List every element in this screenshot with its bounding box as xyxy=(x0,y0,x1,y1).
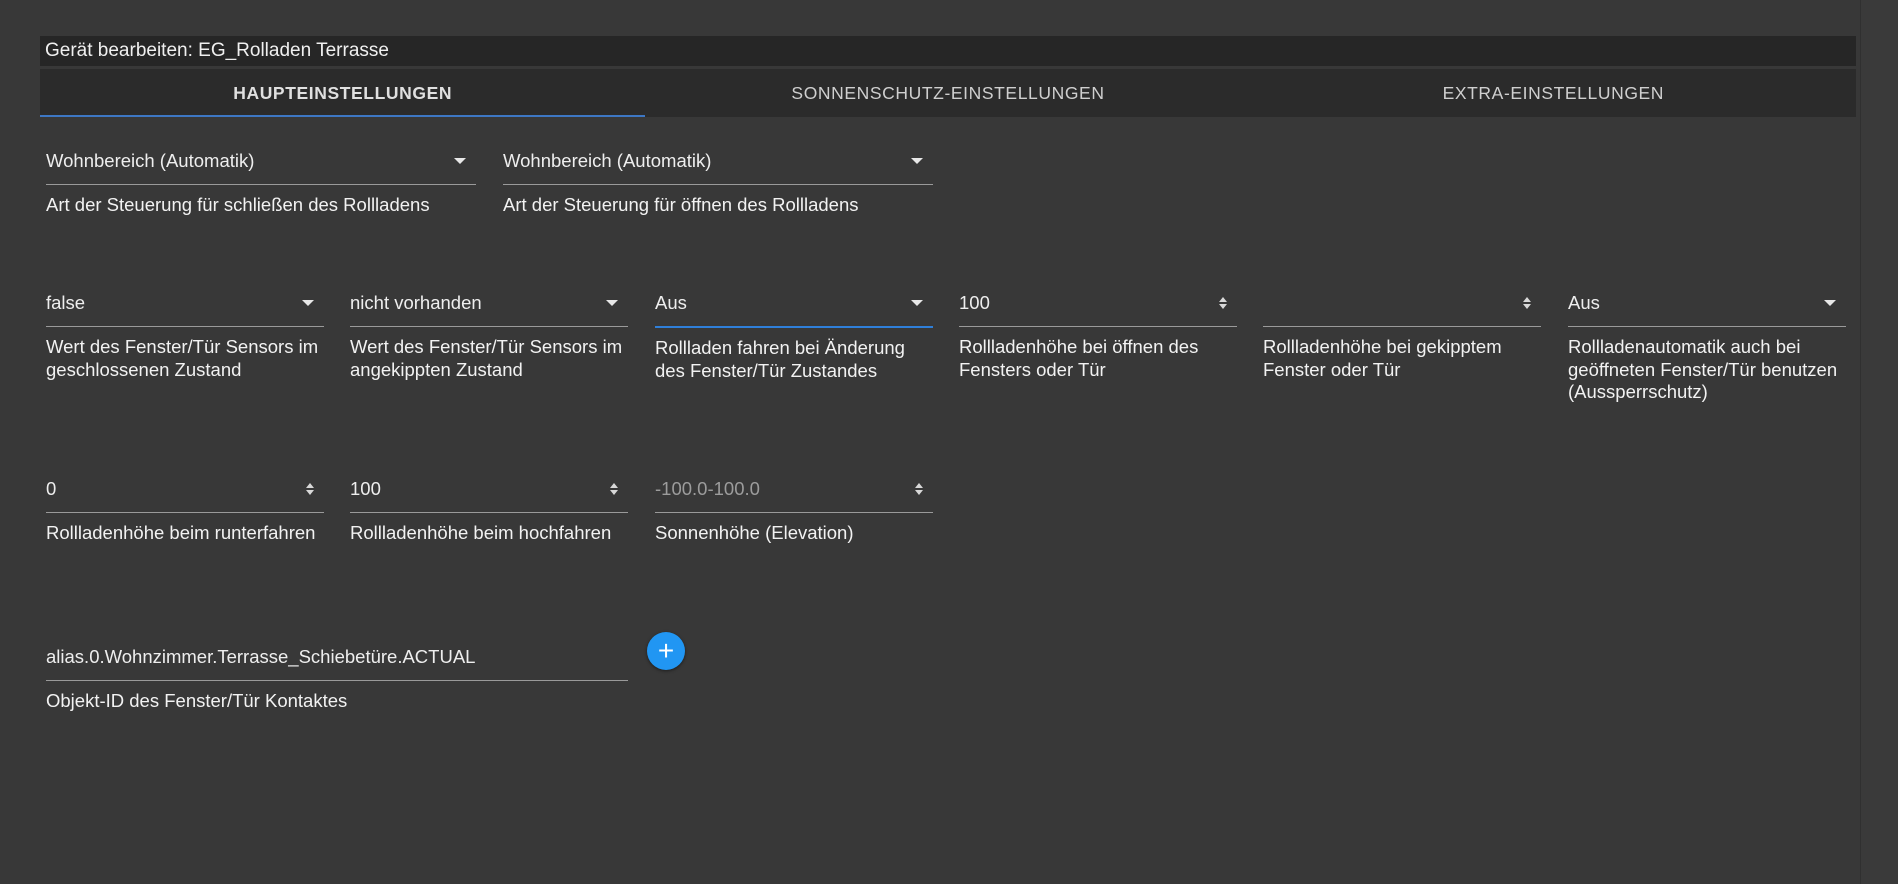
number-stepper-icon[interactable] xyxy=(1219,297,1227,309)
contact-id-value: alias.0.Wohnzimmer.Terrasse_Schiebetüre.… xyxy=(46,646,476,667)
height-on-tilt-field: Rollladenhöhe bei gekipptem Fenster oder… xyxy=(1263,280,1541,381)
dropdown-arrow-icon xyxy=(302,300,314,306)
drive-on-change-field: Aus Rollladen fahren bei Änderung des Fe… xyxy=(655,280,933,382)
open-control-field: Wohnbereich (Automatik) Art der Steuerun… xyxy=(503,138,933,217)
height-on-open-field: 100 Rollladenhöhe bei öffnen des Fenster… xyxy=(959,280,1237,381)
height-on-open-value: 100 xyxy=(959,292,990,313)
open-control-label: Art der Steuerung für öffnen des Rolllad… xyxy=(503,194,859,215)
number-stepper-icon[interactable] xyxy=(610,483,618,495)
sensor-closed-value: false xyxy=(46,292,86,313)
sensor-tilted-value: nicht vorhanden xyxy=(350,292,482,313)
sensor-tilted-field: nicht vorhanden Wert des Fenster/Tür Sen… xyxy=(350,280,628,381)
sensor-tilted-label: Wert des Fenster/Tür Sensors im angekipp… xyxy=(350,336,623,380)
tab-bar: HAUPTEINSTELLUNGEN SONNENSCHUTZ-EINSTELL… xyxy=(40,69,1856,117)
dialog-title-bar: Gerät bearbeiten: EG_Rolladen Terrasse xyxy=(40,36,1856,66)
height-down-label: Rollladenhöhe beim runterfahren xyxy=(46,522,316,543)
number-stepper-icon[interactable] xyxy=(306,483,314,495)
sun-elevation-field: -100.0-100.0 Sonnenhöhe (Elevation) xyxy=(655,466,933,545)
add-contact-button[interactable]: + xyxy=(647,632,685,670)
open-control-select[interactable]: Wohnbereich (Automatik) xyxy=(503,138,933,185)
drive-on-change-select[interactable]: Aus xyxy=(655,280,933,328)
close-control-select[interactable]: Wohnbereich (Automatik) xyxy=(46,138,476,185)
contact-id-field: alias.0.Wohnzimmer.Terrasse_Schiebetüre.… xyxy=(46,634,628,713)
dialog-title: Gerät bearbeiten: EG_Rolladen Terrasse xyxy=(45,40,389,61)
height-up-field: 100 Rollladenhöhe beim hochfahren xyxy=(350,466,628,545)
dropdown-arrow-icon xyxy=(606,300,618,306)
height-up-value: 100 xyxy=(350,478,381,499)
drive-on-change-label: Rollladen fahren bei Änderung des Fenste… xyxy=(655,337,905,381)
sensor-closed-label: Wert des Fenster/Tür Sensors im geschlos… xyxy=(46,336,319,380)
close-control-label: Art der Steuerung für schließen des Roll… xyxy=(46,194,430,215)
number-stepper-icon[interactable] xyxy=(915,483,923,495)
contact-id-label: Objekt-ID des Fenster/Tür Kontaktes xyxy=(46,690,348,711)
sensor-closed-select[interactable]: false xyxy=(46,280,324,327)
dropdown-arrow-icon xyxy=(1824,300,1836,306)
height-down-field: 0 Rollladenhöhe beim runterfahren xyxy=(46,466,324,545)
dropdown-arrow-icon xyxy=(911,300,923,306)
sensor-closed-field: false Wert des Fenster/Tür Sensors im ge… xyxy=(46,280,324,381)
contact-id-input[interactable]: alias.0.Wohnzimmer.Terrasse_Schiebetüre.… xyxy=(46,634,628,681)
open-control-value: Wohnbereich (Automatik) xyxy=(503,150,712,171)
tab-extra-einstellungen[interactable]: EXTRA-EINSTELLUNGEN xyxy=(1251,69,1856,117)
close-control-value: Wohnbereich (Automatik) xyxy=(46,150,255,171)
height-on-tilt-label: Rollladenhöhe bei gekipptem Fenster oder… xyxy=(1263,336,1502,380)
height-up-label: Rollladenhöhe beim hochfahren xyxy=(350,522,612,543)
height-on-open-input[interactable]: 100 xyxy=(959,280,1237,327)
lockout-protection-label: Rollladenautomatik auch bei geöffneten F… xyxy=(1568,336,1838,402)
height-down-value: 0 xyxy=(46,478,57,499)
lockout-protection-value: Aus xyxy=(1568,292,1600,313)
close-control-field: Wohnbereich (Automatik) Art der Steuerun… xyxy=(46,138,476,217)
dropdown-arrow-icon xyxy=(454,158,466,164)
drive-on-change-value: Aus xyxy=(655,292,687,313)
number-stepper-icon[interactable] xyxy=(1523,297,1531,309)
height-up-input[interactable]: 100 xyxy=(350,466,628,513)
scrollbar[interactable] xyxy=(1860,0,1898,884)
height-on-open-label: Rollladenhöhe bei öffnen des Fensters od… xyxy=(959,336,1199,380)
sun-elevation-label: Sonnenhöhe (Elevation) xyxy=(655,522,854,543)
sun-elevation-input[interactable]: -100.0-100.0 xyxy=(655,466,933,513)
tab-sonnenschutz-einstellungen[interactable]: SONNENSCHUTZ-EINSTELLUNGEN xyxy=(645,69,1250,117)
dropdown-arrow-icon xyxy=(911,158,923,164)
sun-elevation-placeholder: -100.0-100.0 xyxy=(655,478,760,499)
height-on-tilt-input[interactable] xyxy=(1263,280,1541,327)
height-down-input[interactable]: 0 xyxy=(46,466,324,513)
plus-icon: + xyxy=(657,635,675,666)
lockout-protection-select[interactable]: Aus xyxy=(1568,280,1846,327)
sensor-tilted-select[interactable]: nicht vorhanden xyxy=(350,280,628,327)
lockout-protection-field: Aus Rollladenautomatik auch bei geöffnet… xyxy=(1568,280,1846,404)
tab-haupteinstellungen[interactable]: HAUPTEINSTELLUNGEN xyxy=(40,69,646,117)
